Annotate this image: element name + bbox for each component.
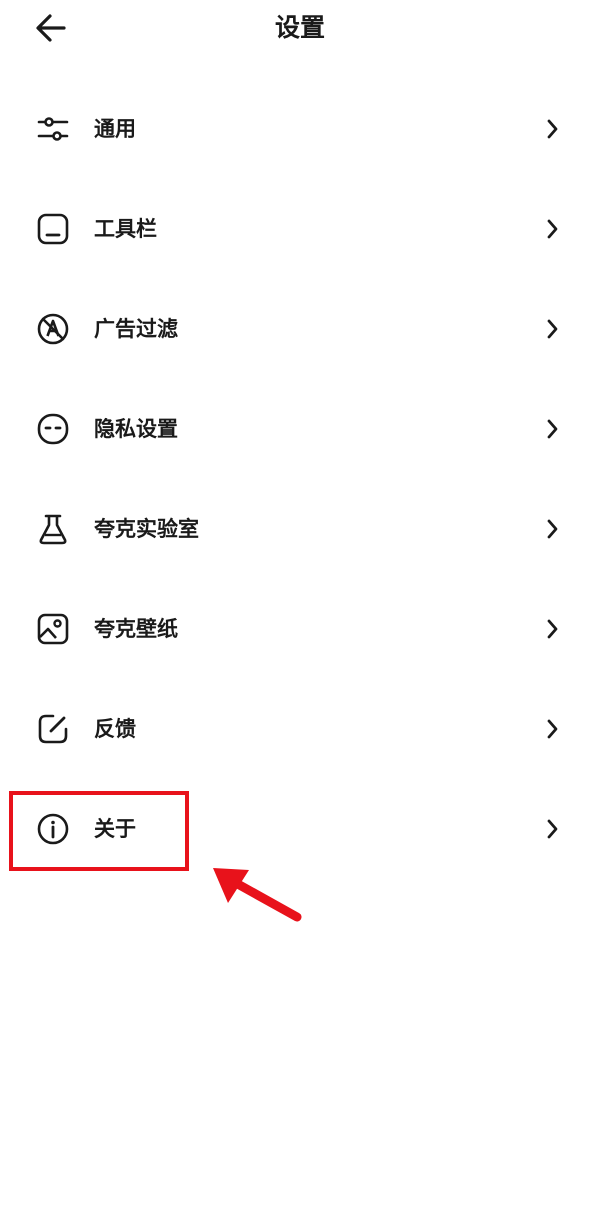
chevron-right-icon [547, 419, 558, 439]
chevron-right-icon [547, 819, 558, 839]
menu-item-label: 反馈 [94, 717, 136, 741]
chevron-right-icon [547, 519, 558, 539]
top-bar: 设置 [0, 0, 600, 58]
menu-item-ad-filter[interactable]: 广告过滤 [0, 278, 600, 378]
menu-item-toolbar[interactable]: 工具栏 [0, 178, 600, 278]
chevron-right-icon [547, 219, 558, 239]
menu-item-general[interactable]: 通用 [0, 78, 600, 178]
menu-item-label: 通用 [94, 117, 136, 141]
chevron-right-icon [547, 619, 558, 639]
settings-menu: 通用 工具栏 广告过滤 隐私设置 夸克实验室 夸克壁纸 反馈 关于 [0, 78, 600, 878]
annotation-arrow-icon [213, 868, 302, 922]
toolbar-icon [37, 213, 69, 245]
feedback-edit-icon [38, 714, 68, 744]
menu-item-label: 广告过滤 [94, 317, 178, 341]
menu-item-privacy[interactable]: 隐私设置 [0, 378, 600, 478]
lab-flask-icon [39, 514, 67, 545]
chevron-right-icon [547, 119, 558, 139]
menu-item-feedback[interactable]: 反馈 [0, 678, 600, 778]
wallpaper-icon [37, 613, 69, 645]
menu-item-label: 隐私设置 [94, 417, 178, 441]
annotation-highlight-box [9, 791, 189, 871]
ad-filter-icon [37, 313, 69, 345]
privacy-icon [37, 413, 69, 445]
chevron-right-icon [547, 319, 558, 339]
sliders-icon [37, 117, 69, 141]
menu-item-label: 工具栏 [94, 217, 157, 241]
chevron-right-icon [547, 719, 558, 739]
menu-item-label: 夸克实验室 [94, 517, 199, 541]
menu-item-quark-wallpaper[interactable]: 夸克壁纸 [0, 578, 600, 678]
page-title: 设置 [274, 13, 325, 42]
menu-item-quark-lab[interactable]: 夸克实验室 [0, 478, 600, 578]
menu-item-label: 夸克壁纸 [94, 617, 178, 641]
